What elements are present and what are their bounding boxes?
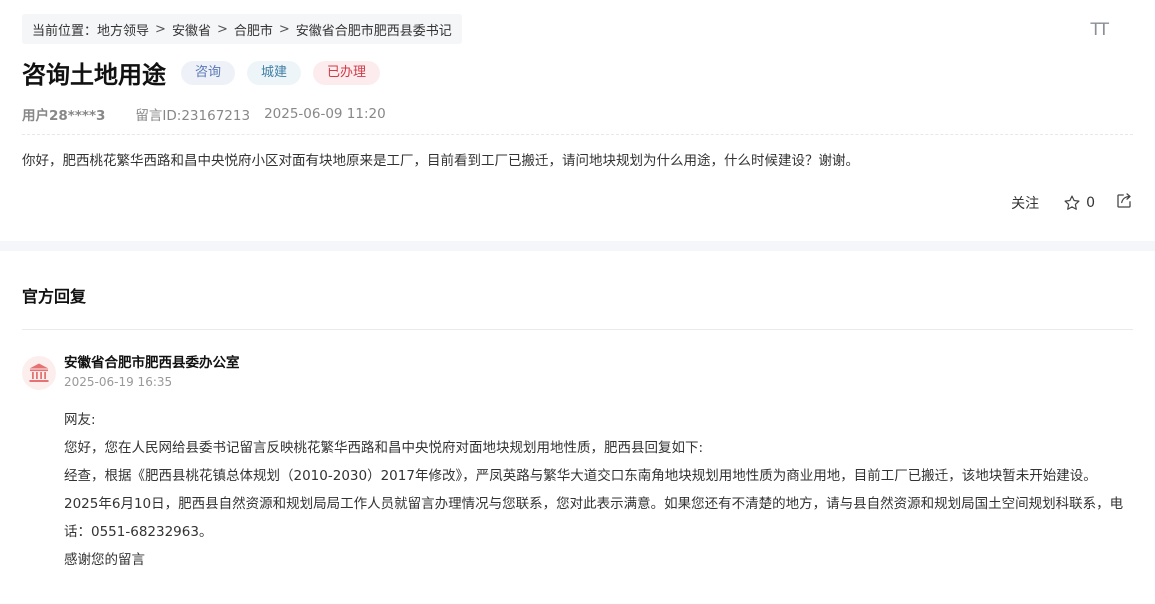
reply-paragraph: 感谢您的留言 [64,552,145,568]
reply-paragraph: 网友: [64,412,96,428]
breadcrumb-prefix: 当前位置： [32,23,98,39]
breadcrumb-item-leaders[interactable]: 地方领导 [97,20,149,39]
tag-construction: 城建 [247,60,302,85]
reply-org-name: 安徽省合肥市肥西县委办公室 [64,355,240,371]
post-meta: 用户28****3 留言ID:23167213 2025-06-09 11:20 [22,104,1133,124]
tag-consult: 咨询 [181,60,236,85]
divider [22,134,1133,135]
reply-time: 2025-06-19 16:35 [64,375,173,389]
breadcrumb-separator: > [216,21,228,37]
follow-button[interactable]: 关注 [1011,193,1039,213]
share-button[interactable] [1115,192,1133,214]
government-building-icon [29,363,49,382]
favorite-button[interactable]: 0 [1063,194,1095,212]
divider [22,329,1133,330]
question-content: 你好，肥西桃花繁华西路和昌中央悦府小区对面有块地原来是工厂，目前看到工厂已搬迁，… [22,153,859,169]
page-title: 咨询土地用途 [22,61,166,89]
official-reply-section: 官方回复 安徽省合肥市肥西县委办公室 2025-06-19 16:35 网友: … [0,251,1155,574]
font-size-icon[interactable]: TT [1090,20,1110,40]
reply-paragraph: 经查，根据《肥西县桃花镇总体规划（2010-2030）2017年修改》，严凤英路… [64,468,1097,484]
share-icon [1117,193,1131,208]
breadcrumb-item-secretary[interactable]: 安徽省合肥市肥西县委书记 [296,20,452,39]
message-id: 留言ID:23167213 [135,108,251,124]
tag-status-done: 已办理 [313,60,381,85]
favorite-count: 0 [1086,195,1095,211]
section-separator [0,241,1155,251]
breadcrumb-item-city[interactable]: 合肥市 [234,20,273,39]
post-section: 当前位置： 地方领导 > 安徽省 > 合肥市 > 安徽省合肥市肥西县委书记 TT… [0,0,1155,241]
breadcrumb-item-province[interactable]: 安徽省 [172,20,211,39]
post-actions: 关注 0 [1011,192,1133,214]
user-name: 用户28****3 [22,108,106,124]
reply-org: 安徽省合肥市肥西县委办公室 2025-06-19 16:35 [22,352,1133,390]
reply-paragraph: 2025年6月10日，肥西县自然资源和规划局局工作人员就留言办理情况与您联系，您… [64,496,1124,540]
reply-body: 网友: 您好，您在人民网给县委书记留言反映桃花繁华西路和昌中央悦府对面地块规划用… [64,406,1133,574]
title-row: 咨询土地用途 咨询 城建 已办理 [22,55,1133,90]
breadcrumb: 当前位置： 地方领导 > 安徽省 > 合肥市 > 安徽省合肥市肥西县委书记 [22,14,462,44]
breadcrumb-separator: > [278,21,290,37]
reply-section-title: 官方回复 [22,287,87,306]
reply-paragraph: 您好，您在人民网给县委书记留言反映桃花繁华西路和昌中央悦府对面地块规划用地性质，… [64,440,704,456]
star-icon [1064,195,1080,210]
avatar [22,356,56,390]
post-datetime: 2025-06-09 11:20 [264,106,386,122]
font-size-label: TT [1090,20,1110,40]
breadcrumb-separator: > [155,21,166,37]
